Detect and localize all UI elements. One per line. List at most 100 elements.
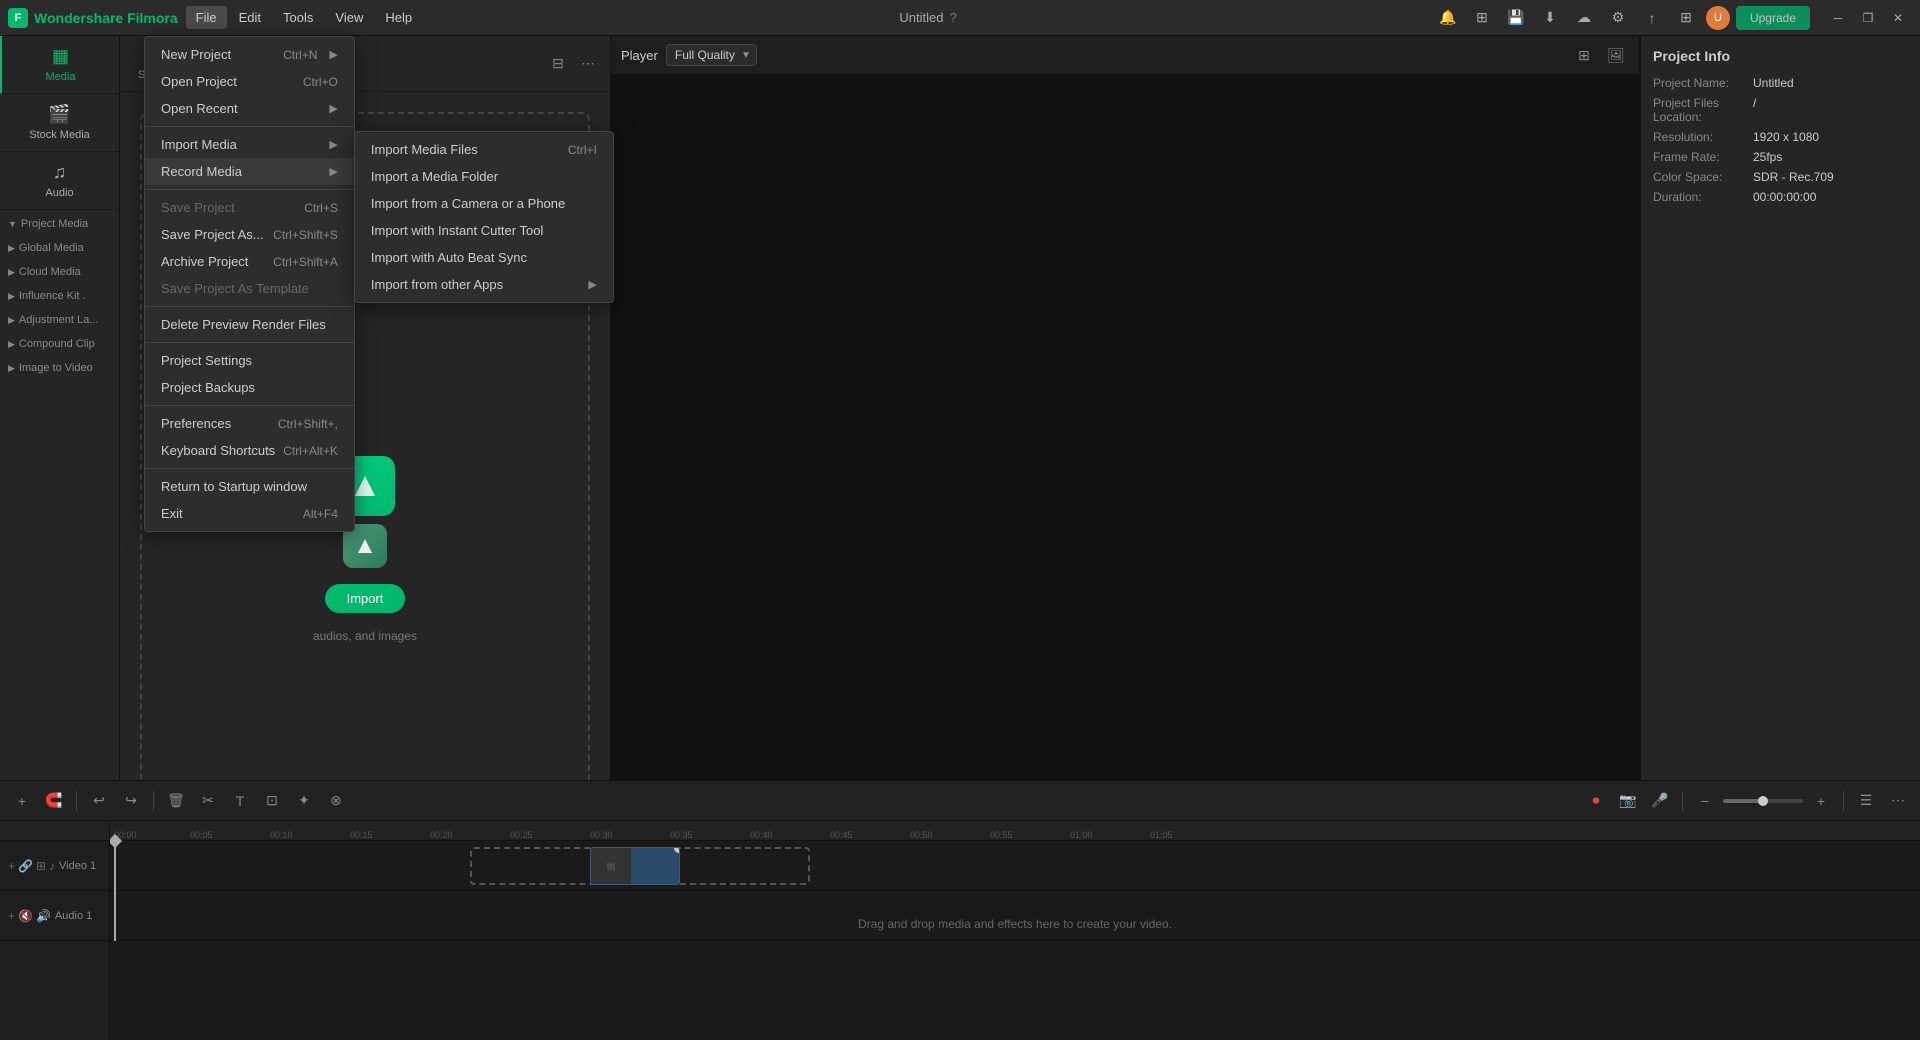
sidebar-item-adjustment[interactable]: ▶ Adjustment La...	[0, 308, 119, 332]
user-avatar[interactable]: U	[1706, 6, 1730, 30]
menu-item-import-camera[interactable]: Import from a Camera or a Phone	[355, 190, 613, 217]
sidebar-item-stock-media[interactable]: 🎬 Stock Media	[0, 94, 119, 152]
menu-item-save-project-as[interactable]: Save Project As... Ctrl+Shift+S	[145, 221, 354, 248]
menu-tools[interactable]: Tools	[273, 6, 323, 29]
minimize-button[interactable]: ─	[1824, 4, 1852, 32]
add-media-tl-icon[interactable]: +	[8, 787, 36, 815]
menu-item-import-folder[interactable]: Import a Media Folder	[355, 163, 613, 190]
more-tl-icon[interactable]: ⋯	[1884, 787, 1912, 815]
info-row-resolution: Resolution: 1920 x 1080	[1653, 130, 1908, 144]
menu-item-preferences[interactable]: Preferences Ctrl+Shift+,	[145, 410, 354, 437]
menu-item-import-other[interactable]: Import from other Apps ▶	[355, 271, 613, 298]
crop-tl-icon[interactable]: ⊡	[258, 787, 286, 815]
track-layer-icon[interactable]: ⊞	[36, 859, 46, 873]
sidebar-item-influence-kit[interactable]: ▶ Influence Kit .	[0, 284, 119, 308]
zoom-in-icon[interactable]: +	[1807, 787, 1835, 815]
menu-sep-4	[145, 342, 354, 343]
record-icon[interactable]: ⏺	[1582, 787, 1610, 815]
screenshot-icon[interactable]: 🖼	[1603, 42, 1629, 68]
list-view-icon[interactable]: ☰	[1852, 787, 1880, 815]
cloud-icon[interactable]: ☁	[1570, 4, 1598, 32]
menu-item-open-recent[interactable]: Open Recent ▶	[145, 95, 354, 122]
save-project-as-shortcut: Ctrl+Shift+S	[273, 228, 338, 242]
video-clip-1[interactable]: ▦	[590, 847, 680, 885]
project-backups-label: Project Backups	[161, 380, 255, 395]
menu-edit[interactable]: Edit	[229, 6, 271, 29]
sidebar-item-project-media[interactable]: ▼ Project Media	[0, 212, 119, 236]
menu-item-exit[interactable]: Exit Alt+F4	[145, 500, 354, 527]
mic-icon[interactable]: 🎤	[1646, 787, 1674, 815]
delete-icon[interactable]: 🗑	[162, 787, 190, 815]
expand-arrow-compound: ▶	[8, 339, 15, 350]
redo-icon[interactable]: ↪	[117, 787, 145, 815]
player-label: Player	[621, 48, 658, 63]
text-icon[interactable]: T	[226, 787, 254, 815]
menu-item-record-media[interactable]: Record Media ▶	[145, 158, 354, 185]
help-icon[interactable]: ?	[949, 10, 956, 25]
menu-item-import-media[interactable]: Import Media ▶ Import Media Files Ctrl+I…	[145, 131, 354, 158]
menu-item-import-instant[interactable]: Import with Instant Cutter Tool	[355, 217, 613, 244]
menu-item-project-settings[interactable]: Project Settings	[145, 347, 354, 374]
sidebar-item-global-media[interactable]: ▶ Global Media	[0, 236, 119, 260]
download-icon[interactable]: ⬇	[1536, 4, 1564, 32]
menu-item-delete-preview[interactable]: Delete Preview Render Files	[145, 311, 354, 338]
menu-item-project-backups[interactable]: Project Backups	[145, 374, 354, 401]
undo-icon[interactable]: ↩	[85, 787, 113, 815]
ruler-mark-50: 00:50	[910, 830, 933, 840]
filter-icon[interactable]: ⊟	[546, 52, 570, 76]
quality-select[interactable]: Full Quality 1/2 1/4	[666, 44, 757, 66]
menu-item-import-beat[interactable]: Import with Auto Beat Sync	[355, 244, 613, 271]
menu-item-save-as-template[interactable]: Save Project As Template	[145, 275, 354, 302]
camera-icon[interactable]: 📷	[1614, 787, 1642, 815]
info-key-duration: Duration:	[1653, 190, 1753, 204]
menu-sep-1	[145, 126, 354, 127]
sidebar-item-image-to-video[interactable]: ▶ Image to Video	[0, 356, 119, 380]
track-audio-add-icon[interactable]: +	[8, 909, 15, 923]
sidebar-item-compound-clip[interactable]: ▶ Compound Clip	[0, 332, 119, 356]
sidebar-item-media[interactable]: ▦ Media	[0, 36, 119, 94]
menu-file[interactable]: File	[186, 6, 227, 29]
magnet-icon[interactable]: 🧲	[40, 787, 68, 815]
track-audio-mute-icon[interactable]: 🔇	[18, 909, 33, 923]
zoom-out-icon[interactable]: −	[1691, 787, 1719, 815]
info-key-resolution: Resolution:	[1653, 130, 1753, 144]
more-icon[interactable]: ⋯	[576, 52, 600, 76]
close-button[interactable]: ✕	[1884, 4, 1912, 32]
playhead[interactable]	[114, 841, 116, 941]
effect-icon[interactable]: ✦	[290, 787, 318, 815]
menu-item-archive-project[interactable]: Archive Project Ctrl+Shift+A	[145, 248, 354, 275]
settings-icon[interactable]: ⚙	[1604, 4, 1632, 32]
menu-item-save-project[interactable]: Save Project Ctrl+S	[145, 194, 354, 221]
maximize-button[interactable]: ❒	[1854, 4, 1882, 32]
clip-handle[interactable]	[674, 847, 680, 853]
share-icon[interactable]: ↑	[1638, 4, 1666, 32]
track-link-icon[interactable]: 🔗	[18, 859, 33, 873]
import-submenu: Import Media Files Ctrl+I Import a Media…	[354, 131, 614, 303]
sidebar-item-cloud-media[interactable]: ▶ Cloud Media	[0, 260, 119, 284]
menu-item-new-project[interactable]: New Project Ctrl+N▶	[145, 41, 354, 68]
menu-view[interactable]: View	[325, 6, 373, 29]
sidebar-item-audio[interactable]: ♫ Audio	[0, 152, 119, 210]
ruler-header-spacer	[0, 821, 109, 841]
zoom-slider[interactable]	[1723, 799, 1803, 803]
mask-icon[interactable]: ⊗	[322, 787, 350, 815]
sidebar-label-image-to-video: Image to Video	[19, 362, 93, 374]
grid-view-icon[interactable]: ⊞	[1571, 42, 1597, 68]
upgrade-button[interactable]: Upgrade	[1736, 6, 1810, 30]
track-add-icon[interactable]: +	[8, 859, 15, 873]
track-area: ▦ Drag and drop media and effects here t…	[110, 841, 1920, 941]
import-button[interactable]: Import	[325, 584, 406, 613]
notification-icon[interactable]: 🔔	[1434, 4, 1462, 32]
save-icon[interactable]: 💾	[1502, 4, 1530, 32]
zoom-thumb[interactable]	[1758, 796, 1768, 806]
grid-icon[interactable]: ⊞	[1672, 4, 1700, 32]
track-audio-icon[interactable]: ♪	[49, 859, 55, 873]
menu-help[interactable]: Help	[375, 6, 422, 29]
track-audio-vol-icon[interactable]: 🔊	[36, 909, 51, 923]
menu-item-keyboard-shortcuts[interactable]: Keyboard Shortcuts Ctrl+Alt+K	[145, 437, 354, 464]
menu-item-import-files[interactable]: Import Media Files Ctrl+I	[355, 136, 613, 163]
menu-item-open-project[interactable]: Open Project Ctrl+O	[145, 68, 354, 95]
menu-item-return-startup[interactable]: Return to Startup window	[145, 473, 354, 500]
cut-icon[interactable]: ✂	[194, 787, 222, 815]
layout-icon[interactable]: ⊞	[1468, 4, 1496, 32]
